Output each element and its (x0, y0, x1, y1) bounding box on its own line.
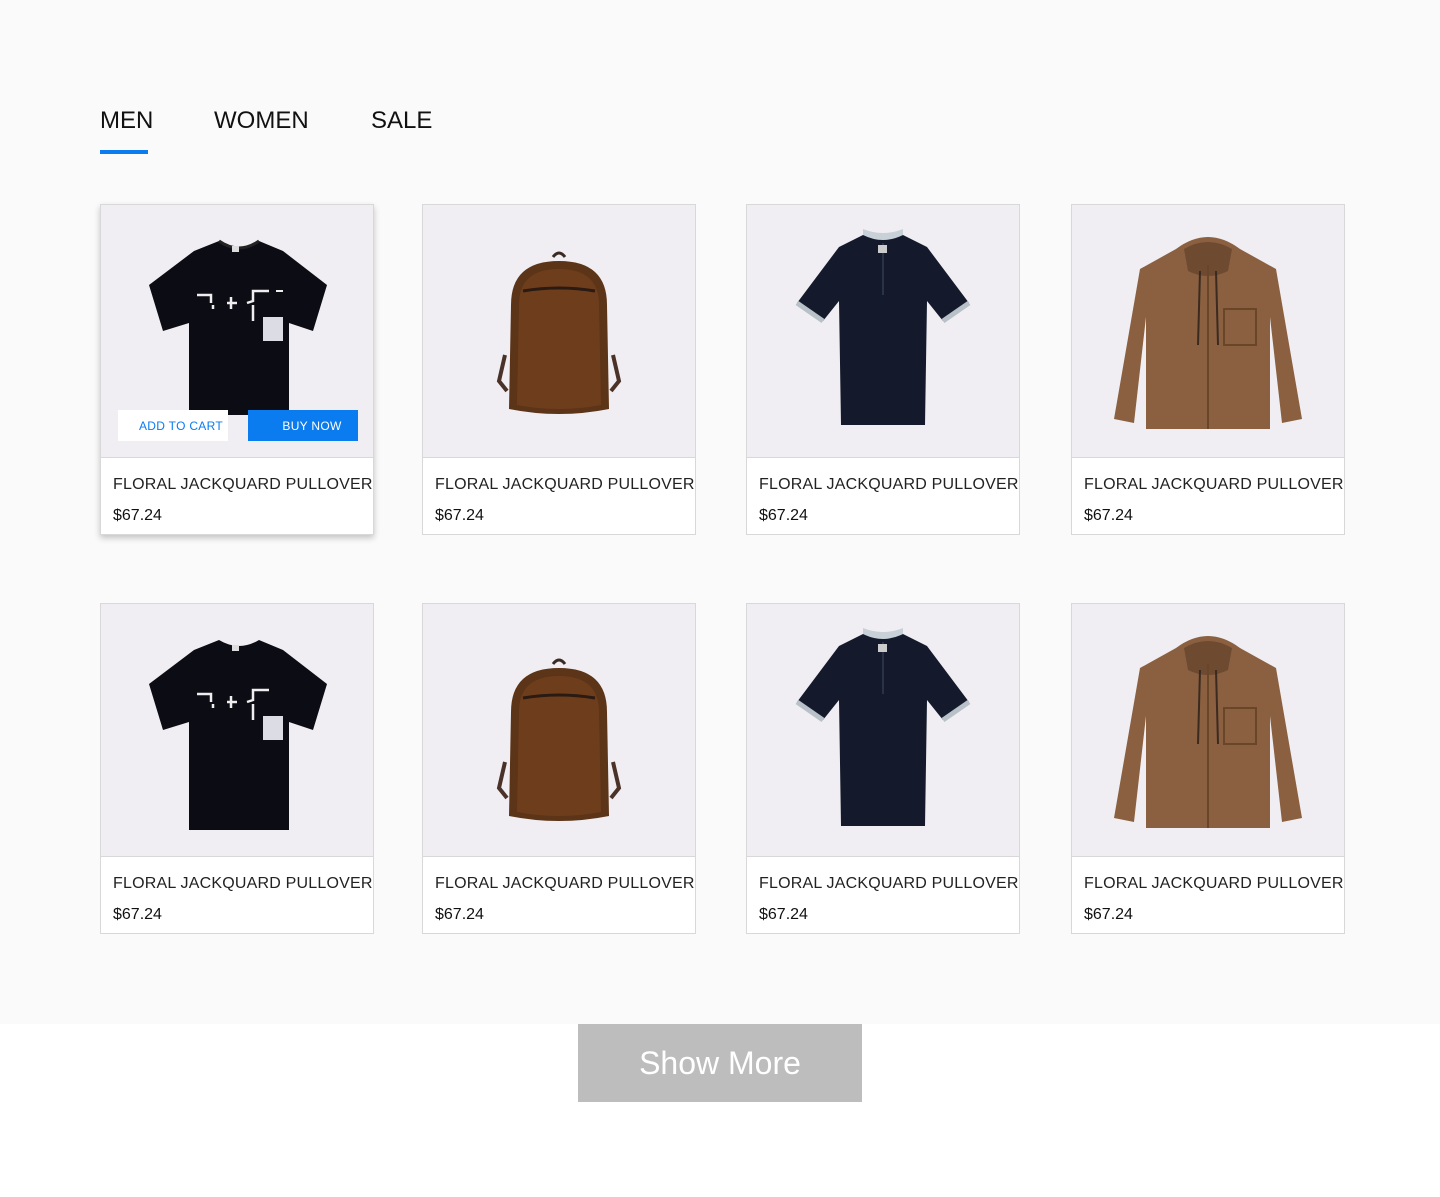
show-more-button[interactable]: Show More (578, 1024, 862, 1102)
product-image[interactable] (1072, 604, 1344, 857)
product-title[interactable]: FLORAL JACKQUARD PULLOVER (113, 476, 373, 494)
product-title[interactable]: FLORAL JACKQUARD PULLOVER (1084, 875, 1344, 893)
buy-now-button[interactable]: BUY NOW (248, 410, 358, 441)
product-card[interactable]: FLORAL JACKQUARD PULLOVER $67.24 (1071, 204, 1345, 535)
product-card[interactable]: FLORAL JACKQUARD PULLOVER $67.24 (746, 603, 1020, 934)
product-image[interactable] (747, 205, 1019, 458)
product-title[interactable]: FLORAL JACKQUARD PULLOVER (435, 476, 695, 494)
product-image[interactable] (423, 604, 695, 857)
product-title[interactable]: FLORAL JACKQUARD PULLOVER (759, 875, 1019, 893)
product-price: $67.24 (113, 906, 162, 923)
product-price: $67.24 (1084, 906, 1133, 923)
product-price: $67.24 (435, 507, 484, 524)
product-card[interactable]: FLORAL JACKQUARD PULLOVER $67.24 (746, 204, 1020, 535)
product-card[interactable]: FLORAL JACKQUARD PULLOVER $67.24 (100, 603, 374, 934)
product-image[interactable] (747, 604, 1019, 857)
product-card[interactable]: FLORAL JACKQUARD PULLOVER $67.24 (422, 204, 696, 535)
navy-polo-icon (795, 628, 971, 826)
active-tab-indicator (100, 150, 148, 154)
brown-backpack-icon (496, 251, 622, 414)
tab-sale[interactable]: SALE (371, 104, 432, 138)
product-title[interactable]: FLORAL JACKQUARD PULLOVER (435, 875, 695, 893)
product-card[interactable]: FLORAL JACKQUARD PULLOVER $67.24 (422, 603, 696, 934)
brown-hooded-shirt-icon (1114, 237, 1302, 429)
tab-men[interactable]: MEN (100, 104, 153, 138)
product-image[interactable] (101, 604, 373, 857)
product-price: $67.24 (759, 507, 808, 524)
product-price: $67.24 (1084, 507, 1133, 524)
product-card[interactable]: ADD TO CART BUY NOW FLORAL JACKQUARD PUL… (100, 204, 374, 535)
product-card[interactable]: FLORAL JACKQUARD PULLOVER $67.24 (1071, 603, 1345, 934)
product-price: $67.24 (113, 507, 162, 524)
product-image[interactable] (1072, 205, 1344, 458)
black-tshirt-icon (149, 640, 327, 830)
brown-hooded-shirt-icon (1114, 636, 1302, 828)
brown-backpack-icon (496, 658, 622, 821)
product-price: $67.24 (759, 906, 808, 923)
product-price: $67.24 (435, 906, 484, 923)
product-title[interactable]: FLORAL JACKQUARD PULLOVER (1084, 476, 1344, 494)
add-to-cart-button[interactable]: ADD TO CART (118, 410, 228, 441)
product-image[interactable] (423, 205, 695, 458)
tab-women[interactable]: WOMEN (214, 104, 309, 138)
product-title[interactable]: FLORAL JACKQUARD PULLOVER (113, 875, 373, 893)
product-title[interactable]: FLORAL JACKQUARD PULLOVER (759, 476, 1019, 494)
navy-polo-icon (795, 229, 971, 425)
